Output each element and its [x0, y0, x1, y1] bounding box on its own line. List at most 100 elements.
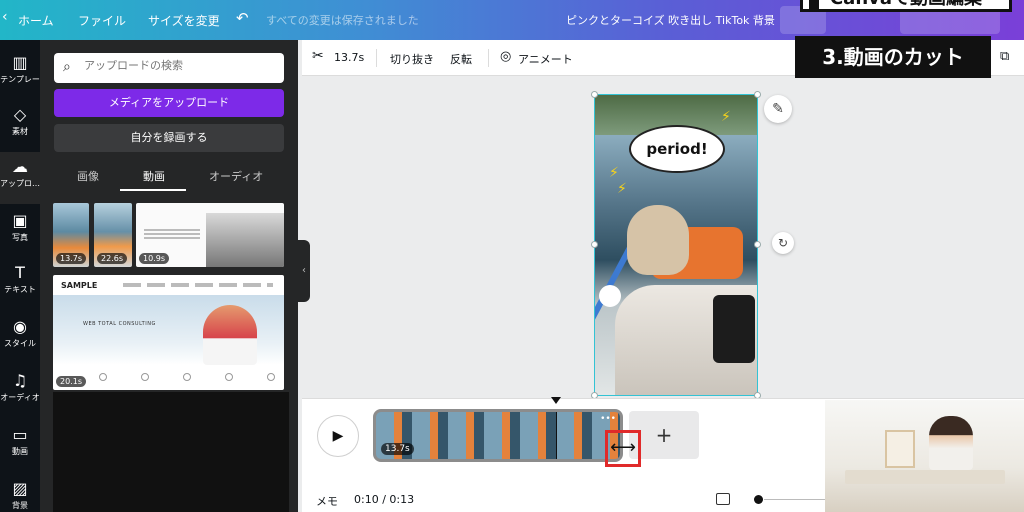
step-caption: 3.動画のカット [795, 36, 991, 78]
circle-icon [99, 373, 107, 381]
sample-hero-text: WEB TOTAL CONSULTING [83, 321, 156, 327]
clip-duration-badge: 13.7s [381, 443, 414, 455]
thumbnail-image [206, 213, 284, 267]
notes-button[interactable]: メモ [316, 493, 338, 509]
dog [627, 205, 689, 275]
thumbnail-nav [123, 283, 273, 287]
resize-menu[interactable]: サイズを変更 [148, 12, 220, 29]
video-thumbnail[interactable]: 13.7s [53, 203, 89, 267]
style-icon: ◉ [13, 317, 27, 336]
record-yourself-button[interactable]: 自分を録画する [54, 124, 284, 152]
animate-button[interactable]: アニメート [518, 51, 573, 67]
overlay-bar [809, 0, 819, 9]
left-rail: ▥ テンプレー ◇ 素材 ☁ アップロ… ▣ 写真 T テキスト ◉ スタイル … [0, 40, 40, 512]
video-thumbnail[interactable]: 10.9s [136, 203, 284, 267]
tab-audio[interactable]: オーディオ [209, 168, 263, 184]
thumbnail-text-lines [144, 229, 200, 241]
comment-icon[interactable]: ✎ [764, 95, 792, 123]
circle-icon [267, 373, 275, 381]
thumbnail-person [203, 305, 257, 365]
save-status: すべての変更は保存されました [266, 14, 419, 27]
audio-icon: ♫ [12, 371, 28, 390]
more-options-icon[interactable]: ••• [600, 414, 616, 424]
collapse-panel-button[interactable]: ‹ [298, 240, 310, 302]
playhead-line [556, 412, 557, 459]
lightning-icon: ⚡ [617, 181, 627, 197]
rail-label: アップロ… [0, 179, 40, 188]
rail-label: 写真 [12, 233, 28, 242]
chevron-left-icon[interactable]: ‹ [2, 9, 8, 25]
rail-item-elements[interactable]: ◇ 素材 [0, 100, 40, 152]
circle-icon [141, 373, 149, 381]
photo-icon: ▣ [12, 211, 28, 230]
elements-icon: ◇ [13, 105, 27, 124]
trim-handle-icon[interactable]: ⟷ [605, 430, 641, 467]
video-thumbnail[interactable]: 22.6s [94, 203, 132, 267]
rail-item-video[interactable]: ▭ 動画 [0, 420, 40, 472]
thumbnail-icon-row [53, 373, 284, 383]
home-button[interactable]: ホーム [18, 12, 54, 29]
duration-badge: 10.9s [139, 253, 169, 264]
video-thumbnail[interactable]: SAMPLE WEB TOTAL CONSULTING 20.1s [53, 275, 284, 390]
flip-button[interactable]: 反転 [450, 51, 472, 67]
paddle-blade [599, 285, 621, 307]
undo-icon[interactable]: ↶ [236, 9, 249, 27]
rotate-icon[interactable]: ↻ [772, 232, 794, 254]
search-icon: ⌕ [63, 59, 71, 75]
video-clip[interactable]: 13.7s ••• [373, 409, 623, 462]
presenter [929, 416, 973, 470]
scissors-icon[interactable]: ✂ [312, 48, 324, 64]
rail-label: 動画 [12, 447, 28, 456]
text-icon: T [15, 263, 25, 282]
resize-handle[interactable] [754, 91, 761, 98]
rail-label: テンプレー [0, 75, 40, 84]
upload-media-button[interactable]: メディアをアップロード [54, 89, 284, 117]
tab-images[interactable]: 画像 [77, 168, 99, 184]
upload-icon: ☁ [12, 157, 28, 176]
black-bag [713, 295, 755, 363]
playhead[interactable] [551, 397, 561, 404]
template-icon: ▥ [12, 53, 28, 72]
search-input[interactable] [84, 59, 274, 72]
rail-item-photos[interactable]: ▣ 写真 [0, 206, 40, 258]
lightning-icon: ⚡ [609, 165, 619, 181]
rail-label: オーディオ [0, 393, 40, 402]
duration-badge: 20.1s [56, 376, 86, 387]
search-box[interactable]: ⌕ [54, 53, 284, 83]
rail-label: 背景 [12, 501, 28, 510]
rail-label: スタイル [4, 339, 36, 348]
time-display: 0:10 / 0:13 [354, 493, 415, 506]
document-title[interactable]: ピンクとターコイズ 吹き出し TikTok 背景 [566, 12, 775, 28]
divider [376, 49, 377, 67]
trim-duration[interactable]: 13.7s [334, 51, 364, 64]
tab-videos[interactable]: 動画 [143, 168, 165, 184]
rail-item-audio[interactable]: ♫ オーディオ [0, 366, 40, 418]
rail-item-uploads[interactable]: ☁ アップロ… [0, 152, 40, 204]
resize-handle[interactable] [754, 241, 761, 248]
rail-label: テキスト [4, 285, 36, 294]
grid-view-icon[interactable] [716, 493, 730, 505]
rail-item-templates[interactable]: ▥ テンプレー [0, 48, 40, 100]
resize-handle[interactable] [591, 241, 598, 248]
resize-handle[interactable] [591, 91, 598, 98]
zoom-slider-thumb[interactable] [754, 495, 763, 504]
rail-item-text[interactable]: T テキスト [0, 258, 40, 310]
rail-label: 素材 [12, 127, 28, 136]
play-button[interactable]: ▶ [317, 415, 359, 457]
file-menu[interactable]: ファイル [78, 12, 126, 29]
rail-item-background[interactable]: ▨ 背景 [0, 474, 40, 512]
speech-bubble[interactable]: period! [629, 125, 725, 173]
duration-badge: 13.7s [56, 253, 86, 264]
duplicate-icon[interactable]: ⧉ [1000, 49, 1009, 64]
design-page[interactable]: period! ⚡ ⚡ ⚡ [594, 94, 758, 396]
video-title-overlay: Canvaで動画編集 [800, 0, 1012, 12]
uploads-panel: ⌕ メディアをアップロード 自分を録画する 画像 動画 オーディオ 13.7s … [40, 40, 298, 512]
circle-icon [225, 373, 233, 381]
picture-frame [885, 430, 915, 468]
animate-icon: ◎ [500, 49, 512, 64]
presenter-video-overlay [825, 400, 1024, 512]
background-icon: ▨ [12, 479, 28, 498]
crop-button[interactable]: 切り抜き [390, 51, 434, 67]
rail-item-styles[interactable]: ◉ スタイル [0, 312, 40, 364]
video-icon: ▭ [12, 425, 28, 444]
